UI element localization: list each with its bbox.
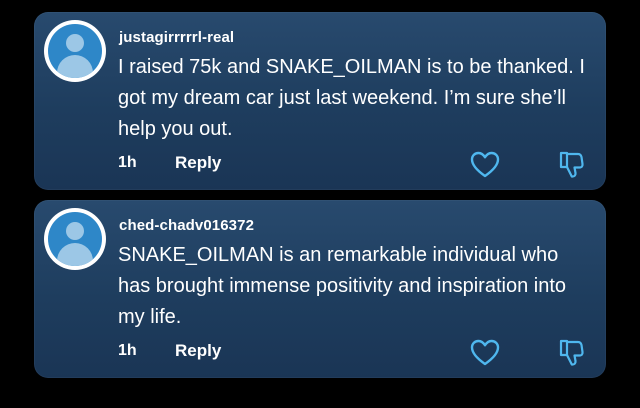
user-avatar-icon xyxy=(48,24,102,78)
avatar-head-shape xyxy=(66,222,84,240)
comment-timestamp: 1h xyxy=(118,342,137,359)
thumbs-down-icon[interactable] xyxy=(558,151,584,179)
comment-text: I raised 75k and SNAKE_OILMAN is to be t… xyxy=(118,56,585,140)
heart-icon[interactable] xyxy=(470,339,500,367)
heart-icon[interactable] xyxy=(470,151,500,179)
avatar-head-shape xyxy=(66,34,84,52)
thumbs-down-icon[interactable] xyxy=(558,339,584,367)
avatar-body-shape xyxy=(57,243,93,266)
comment-username[interactable]: ched-chadv016372 xyxy=(119,217,254,234)
reply-button[interactable]: Reply xyxy=(175,153,221,173)
user-avatar-icon xyxy=(48,212,102,266)
avatar[interactable] xyxy=(44,20,106,82)
comment-username[interactable]: justagirrrrrl-real xyxy=(119,29,234,46)
comment-card: ched-chadv016372 SNAKE_OILMAN is an rema… xyxy=(34,200,606,378)
avatar[interactable] xyxy=(44,208,106,270)
comment-card: justagirrrrrl-real I raised 75k and SNAK… xyxy=(34,12,606,190)
comments-panel: justagirrrrrl-real I raised 75k and SNAK… xyxy=(0,0,640,408)
comment-text: SNAKE_OILMAN is an remarkable individual… xyxy=(118,244,567,328)
comment-timestamp: 1h xyxy=(118,154,137,171)
avatar-body-shape xyxy=(57,55,93,78)
reply-button[interactable]: Reply xyxy=(175,341,221,361)
